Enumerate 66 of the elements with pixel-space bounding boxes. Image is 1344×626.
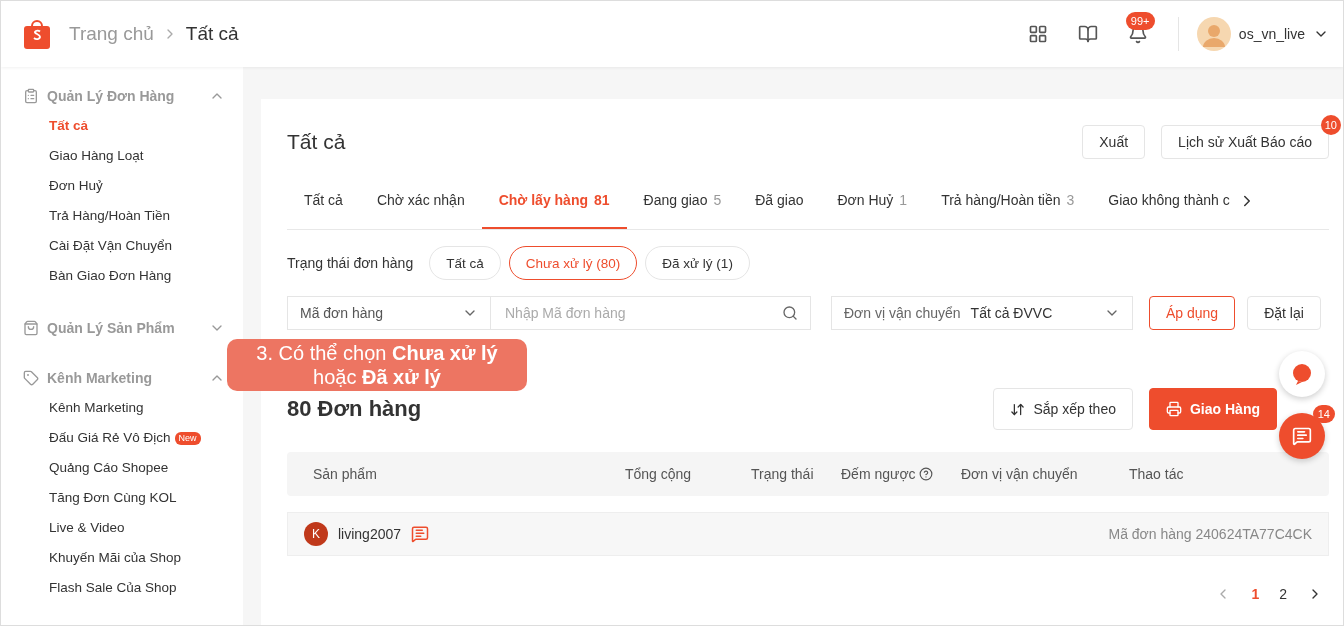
status-tab[interactable]: Chờ lấy hàng 81 [481, 173, 627, 229]
sidebar-item[interactable]: Khuyến Mãi của Shop [49, 543, 182, 573]
status-tab[interactable]: Giao không thành c [1091, 173, 1230, 229]
book-icon[interactable] [1077, 24, 1098, 44]
buyer-name[interactable]: living2007 [338, 526, 402, 542]
sort-button[interactable]: Sắp xếp theo [993, 388, 1133, 430]
order-id: Mã đơn hàng 240624TA77C4CK [1108, 526, 1312, 542]
column-header: Thao tác [1129, 466, 1184, 482]
column-header: Trạng thái [751, 466, 814, 482]
status-tab[interactable]: Đơn Huỷ 1 [820, 173, 925, 229]
page-number[interactable]: 1 [1251, 586, 1260, 602]
status-tab[interactable]: Chờ xác nhận [359, 173, 482, 229]
new-badge: New [174, 431, 201, 445]
clipboard-icon [23, 88, 39, 104]
bag-icon [23, 320, 39, 336]
reset-button[interactable]: Đặt lại [1247, 296, 1321, 330]
username[interactable]: os_vn_live [1238, 26, 1305, 42]
sidebar-item[interactable]: Đơn Huỷ [49, 171, 103, 201]
sidebar-item[interactable]: Flash Sale Của Shop [49, 573, 177, 603]
column-header: Tổng cộng [625, 466, 692, 482]
breadcrumb-item: Tất cả [185, 23, 239, 45]
help-icon[interactable] [918, 467, 933, 481]
status-filter-pill[interactable]: Đã xử lý (1) [645, 246, 750, 280]
printer-icon [1166, 401, 1182, 417]
chat-icon[interactable] [411, 525, 430, 543]
order-count-heading: 80 Đơn hàng [287, 396, 422, 422]
buyer-avatar: K [304, 522, 328, 546]
filter-label: Trạng thái đơn hàng [287, 255, 414, 271]
sort-icon [1010, 401, 1026, 417]
status-tab[interactable]: Đã giao [738, 173, 821, 229]
speech-bubble-icon [1290, 362, 1314, 386]
apply-button[interactable]: Áp dụng [1149, 296, 1236, 330]
status-filter-pill[interactable]: Tất cả [429, 246, 501, 280]
search-type-select[interactable]: Mã đơn hàng [287, 296, 491, 330]
user-avatar[interactable] [1196, 17, 1231, 51]
column-header: Đơn vị vận chuyển [961, 466, 1078, 482]
status-tab[interactable]: Trả hàng/Hoàn tiền 3 [924, 173, 1092, 229]
export-button[interactable]: Xuất [1082, 125, 1146, 159]
notification-badge: 99+ [1125, 12, 1155, 30]
carrier-select[interactable]: Đơn vị vận chuyển Tất cả ĐVVC [831, 296, 1133, 330]
sidebar-item[interactable]: Trả Hàng/Hoàn Tiền [49, 201, 171, 231]
sidebar-item[interactable]: Live & Video [49, 513, 125, 543]
ship-button[interactable]: Giao Hàng [1149, 388, 1277, 430]
shopee-logo[interactable] [23, 18, 51, 50]
sidebar-item[interactable]: Giao Hàng Loạt [49, 141, 144, 171]
count-badge: 10 [1320, 115, 1341, 135]
sidebar-item[interactable]: Quảng Cáo Shopee [49, 453, 169, 483]
sidebar-item[interactable]: Đấu Giá Rẻ Vô Địch [49, 423, 171, 453]
column-header: Đếm ngược [841, 466, 916, 482]
status-tab[interactable]: Đang giao 5 [626, 173, 739, 229]
status-tab[interactable]: Tất cả [287, 173, 360, 229]
page-number[interactable]: 2 [1279, 586, 1287, 602]
page-title: Tất cả [287, 130, 346, 154]
callout-note: 3. Có thể chọn Chưa xử lý hoặc Đã xử lý [227, 339, 527, 391]
tag-icon [23, 370, 39, 386]
column-header: Sản phẩm [313, 466, 377, 482]
chat-icon [1292, 426, 1312, 446]
status-filter-pill[interactable]: Chưa xử lý (80) [508, 246, 638, 280]
sidebar-item[interactable]: Cài Đặt Vận Chuyển [49, 231, 173, 261]
search-icon[interactable] [782, 305, 798, 321]
search-box[interactable]: Nhập Mã đơn hàng [491, 296, 811, 330]
sidebar-item[interactable]: Kênh Marketing [49, 393, 144, 423]
apps-grid-icon[interactable] [1027, 24, 1048, 44]
sidebar-item[interactable]: Tất cả [49, 111, 89, 141]
sidebar-item[interactable]: Bàn Giao Đơn Hàng [49, 261, 172, 291]
sidebar-item[interactable]: Tăng Đơn Cùng KOL [49, 483, 177, 513]
